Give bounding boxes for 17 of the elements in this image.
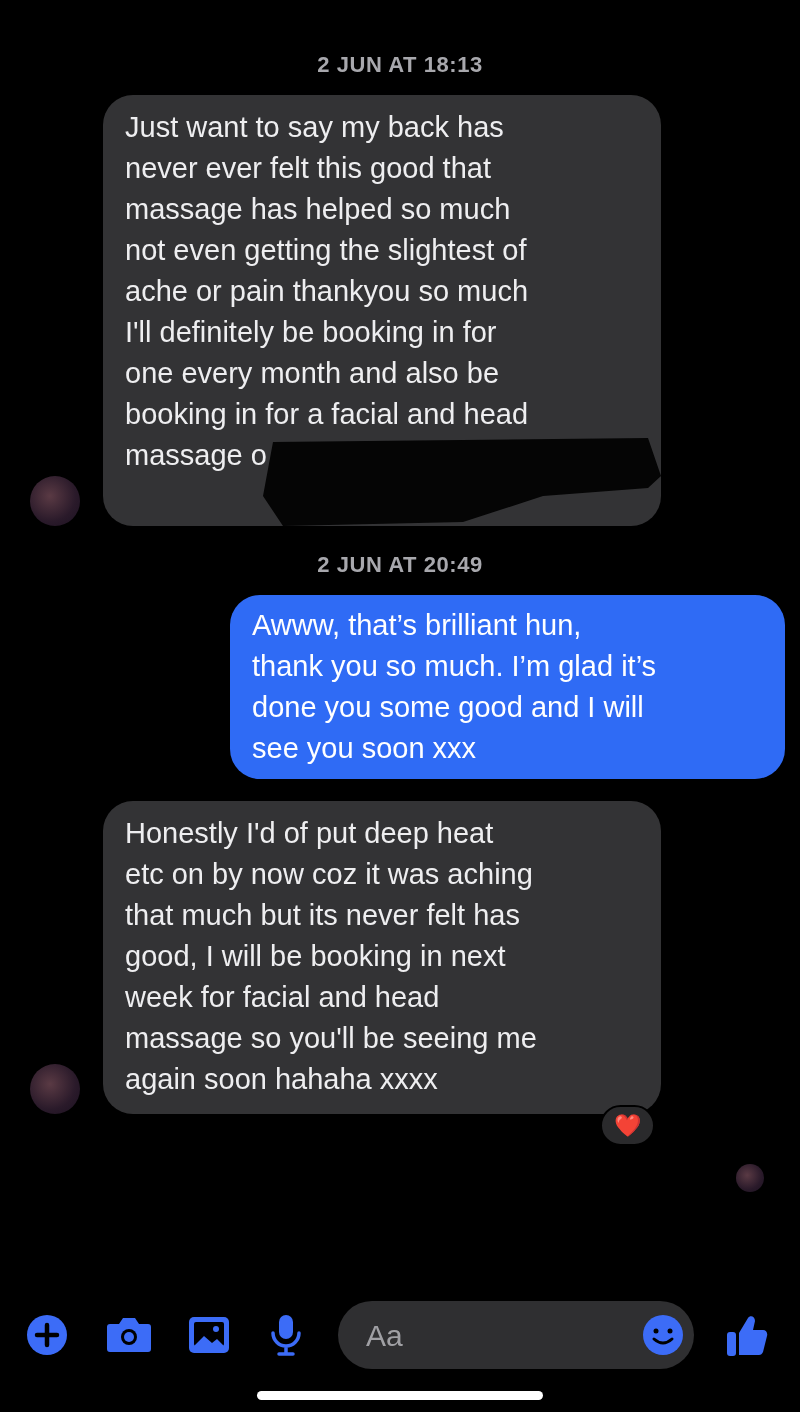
thumbs-up-icon[interactable] [726, 1313, 768, 1357]
image-icon[interactable] [188, 1316, 230, 1354]
emoji-icon[interactable] [642, 1314, 684, 1356]
microphone-icon[interactable] [270, 1314, 302, 1356]
add-icon[interactable] [26, 1314, 68, 1356]
timestamp: 2 JUN AT 20:49 [317, 551, 483, 579]
avatar [736, 1164, 764, 1192]
timestamp: 2 JUN AT 18:13 [317, 51, 483, 79]
avatar [30, 476, 80, 526]
message-field[interactable]: Aa [338, 1301, 694, 1369]
received-message: Just want to say my back has never ever felt this good that massage has helped so much not even getting the slightest of ache or pain thankyou so much I'll definitely be booking in for one every month and also be booking in for a facial and head massage o [125, 110, 529, 473]
camera-icon[interactable] [106, 1316, 152, 1354]
sent-message: Awww, that’s brilliant hun, thank you so much. I’m glad it’s done you some good and I will see you soon xxx [230, 595, 785, 779]
avatar [30, 1064, 80, 1114]
message-input[interactable]: Aa [366, 1312, 642, 1358]
reaction-badge: ❤ [600, 1105, 655, 1146]
received-message: Honestly I'd of put deep heat etc on by now coz it was aching that much but its never felt has good, I will be booking in next week for facial and head massage so you'll be seeing me again soon hahaha xxxx [125, 816, 537, 1097]
